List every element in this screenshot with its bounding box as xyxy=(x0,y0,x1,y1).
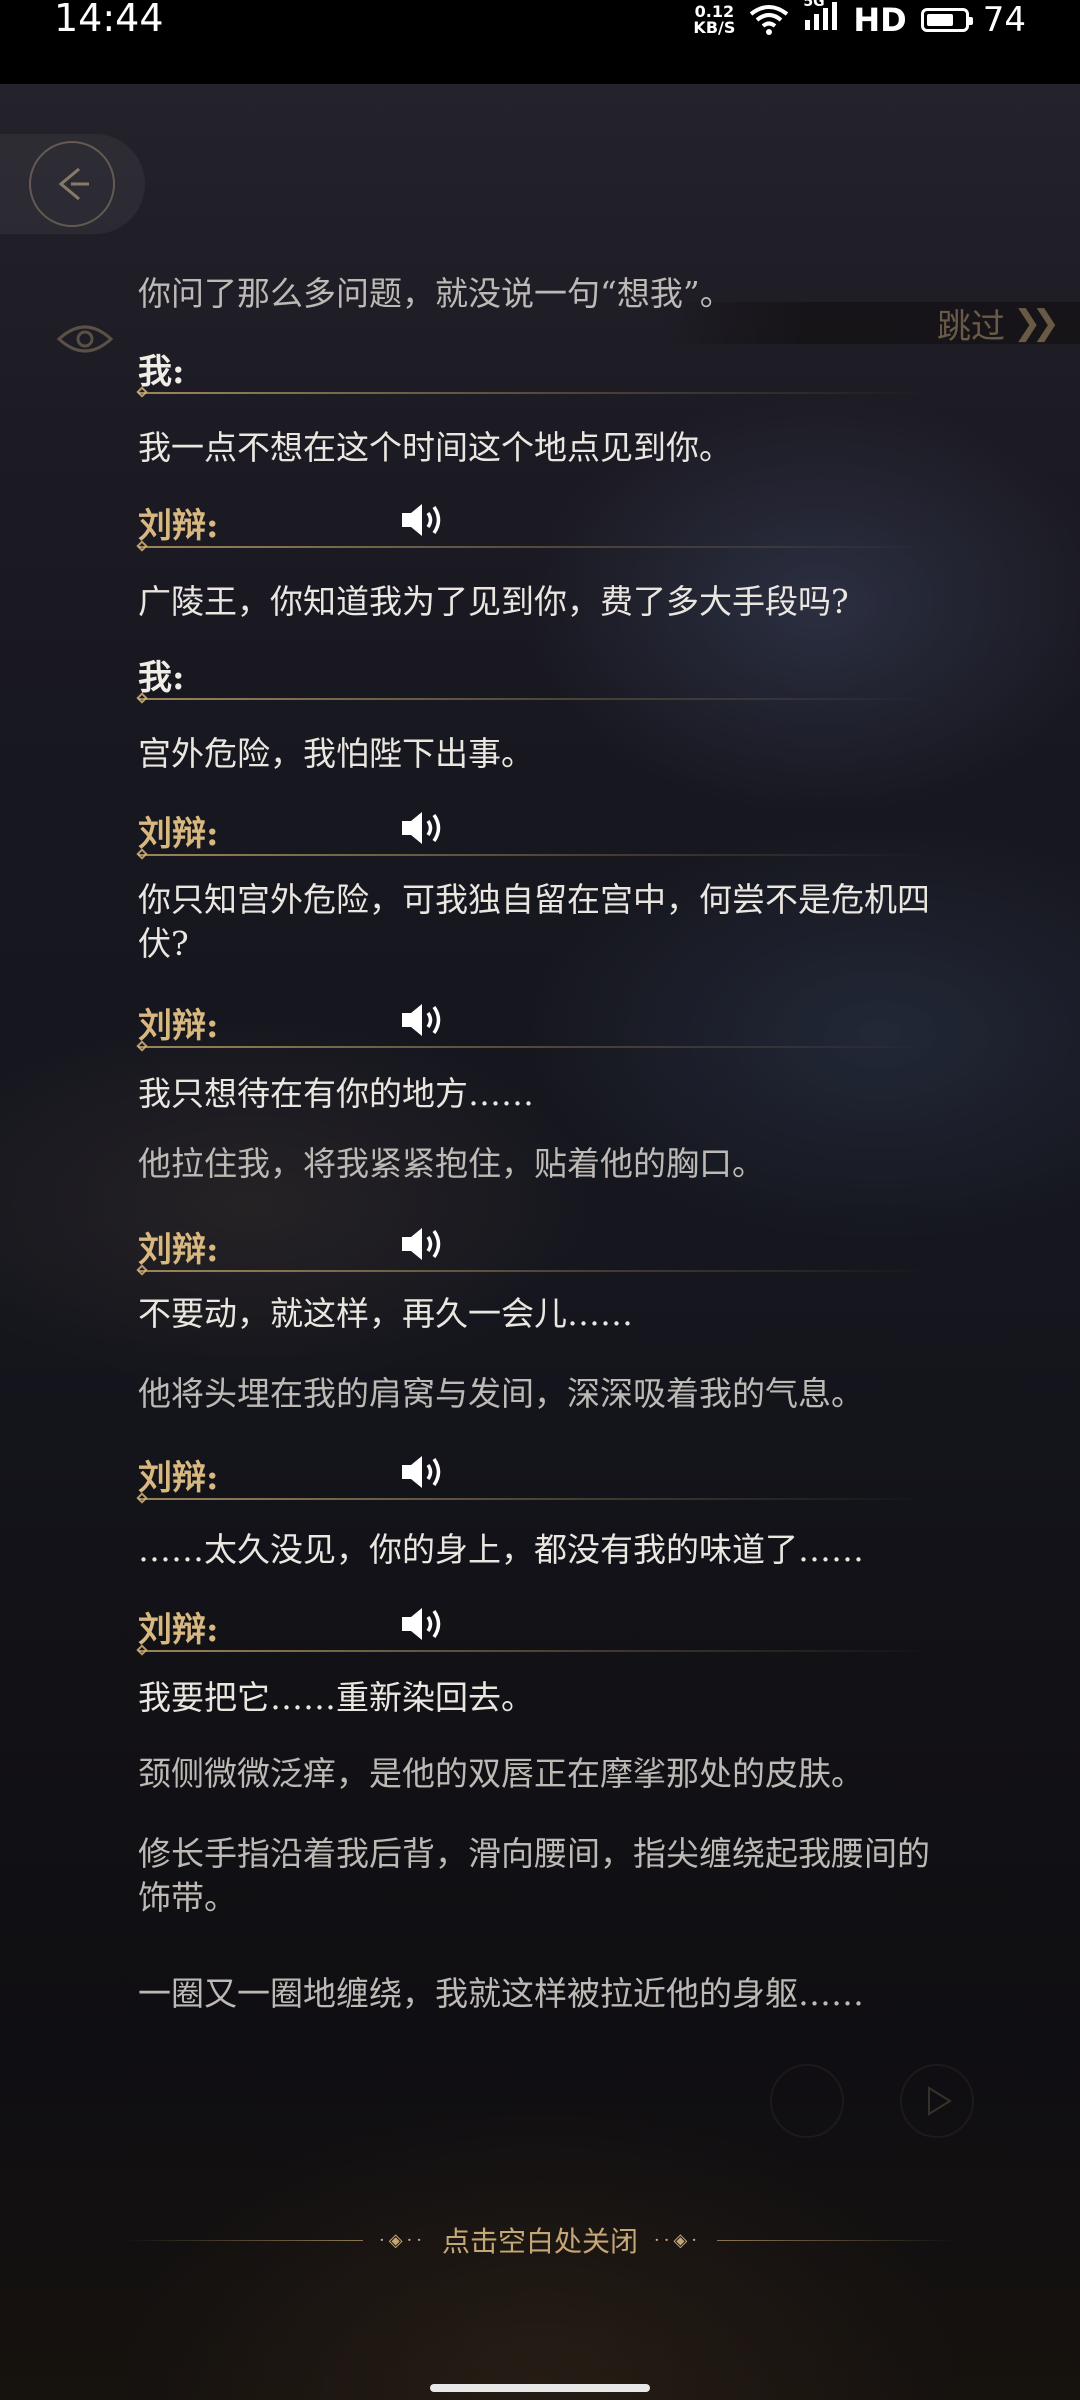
back-arrow-icon xyxy=(58,167,89,201)
voice-play-icon[interactable] xyxy=(400,1000,448,1040)
replay-button[interactable] xyxy=(770,2064,844,2138)
home-indicator[interactable] xyxy=(430,2384,650,2392)
speaker-name: 我: xyxy=(138,658,185,698)
dialogue-line: 我一点不想在这个时间这个地点见到你。 xyxy=(138,428,732,467)
net-speed-unit: KB/S xyxy=(693,18,736,37)
cell-signal: 5G xyxy=(803,0,839,41)
double-chevron-right-icon: ❯❯ xyxy=(1013,303,1060,343)
speaker-divider xyxy=(138,392,928,394)
status-bar: 14:44 0.12 KB/S 5G HD 74 xyxy=(0,0,1080,84)
speaker-divider xyxy=(138,1046,928,1048)
speaker-name: 刘辩: xyxy=(138,814,219,854)
wifi-icon xyxy=(750,5,789,35)
speaker-divider xyxy=(138,1650,928,1652)
speaker-divider xyxy=(138,854,928,856)
dialogue-line: ……太久没见，你的身上，都没有我的味道了…… xyxy=(138,1530,864,1569)
speaker-name: 刘辩: xyxy=(138,1230,219,1270)
speaker-divider xyxy=(138,1498,928,1500)
dialogue-line: 广陵王，你知道我为了见到你，费了多大手段吗? xyxy=(138,582,849,621)
battery-level: 74 xyxy=(982,0,1026,40)
dialogue-line: 我要把它……重新染回去。 xyxy=(138,1678,534,1717)
narration-line: 他将头埋在我的肩窝与发间，深深吸着我的气息。 xyxy=(138,1374,864,1413)
back-icon-ring xyxy=(29,141,115,227)
ornament-divider-right xyxy=(717,2239,958,2241)
battery-icon xyxy=(920,8,973,32)
voice-play-icon[interactable] xyxy=(400,1452,448,1492)
hide-ui-button[interactable] xyxy=(45,299,125,379)
speaker-name: 刘辩: xyxy=(138,1006,219,1046)
narration-line: 一圈又一圈地缠绕，我就这样被拉近他的身躯…… xyxy=(138,1974,864,2013)
diamond-ornament-icon: ·◈·· xyxy=(378,2229,426,2251)
speaker-name: 刘辩: xyxy=(138,1610,219,1650)
signal-label: 5G xyxy=(803,0,825,10)
status-icons: 0.12 KB/S 5G HD 74 xyxy=(693,0,1026,40)
speaker-name: 我: xyxy=(138,352,185,392)
speaker-name: 刘辩: xyxy=(138,1458,219,1498)
auto-play-button[interactable] xyxy=(900,2064,974,2138)
play-icon xyxy=(928,2086,952,2116)
narration-line: 修长手指沿着我后背，滑向腰间，指尖缠绕起我腰间的饰带。 xyxy=(138,1834,930,1917)
diamond-ornament-icon: ··◈· xyxy=(654,2229,702,2251)
dialogue-line: 我只想待在有你的地方…… xyxy=(138,1074,534,1113)
speaker-divider xyxy=(138,1270,928,1272)
voice-play-icon[interactable] xyxy=(400,808,448,848)
dialogue-line: 你只知宫外危险，可我独自留在宫中，何尝不是危机四伏? xyxy=(138,880,930,963)
narration-line: 他拉住我，将我紧紧抱住，贴着他的胸口。 xyxy=(138,1144,765,1183)
voice-play-icon[interactable] xyxy=(400,1224,448,1264)
hd-label: HD xyxy=(853,1,907,39)
ornament-divider-left xyxy=(122,2239,363,2241)
dialogue-line: 宫外危险，我怕陛下出事。 xyxy=(138,734,534,773)
eye-icon xyxy=(56,325,114,353)
speaker-divider xyxy=(138,546,928,548)
battery-fill xyxy=(926,14,954,26)
voice-play-icon[interactable] xyxy=(400,500,448,540)
net-speed: 0.12 KB/S xyxy=(693,4,735,36)
speaker-divider xyxy=(138,698,928,700)
dialogue-line: 不要动，就这样，再久一会儿…… xyxy=(138,1294,633,1333)
close-hint[interactable]: ·◈·· 点击空白处关闭 ··◈· xyxy=(0,2220,1080,2260)
close-hint-label: 点击空白处关闭 xyxy=(441,2225,638,2258)
narration-line: 颈侧微微泛痒，是他的双唇正在摩挲那处的皮肤。 xyxy=(138,1754,864,1793)
back-button[interactable] xyxy=(0,134,145,234)
voice-play-icon[interactable] xyxy=(400,1604,448,1644)
status-time: 14:44 xyxy=(54,0,164,40)
narration-line: 你问了那么多问题，就没说一句“想我”。 xyxy=(138,274,733,313)
speaker-name: 刘辩: xyxy=(138,506,219,546)
